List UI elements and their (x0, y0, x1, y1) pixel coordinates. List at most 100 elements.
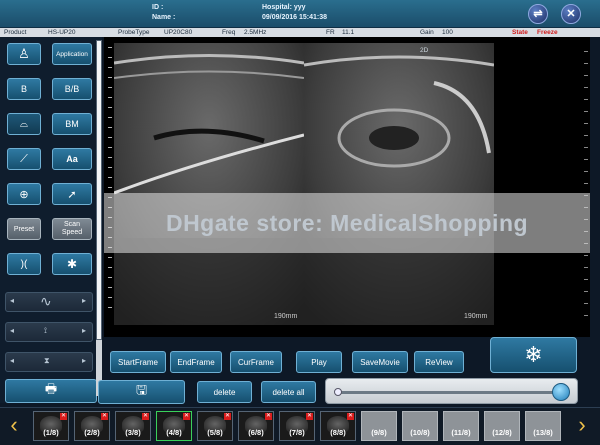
mode-tag: 2D (420, 47, 429, 54)
right-arrow-icon[interactable]: ▸ (82, 296, 86, 305)
ultrasound-app: ID : Name : Hospital: yyy 09/09/2016 15:… (0, 0, 600, 445)
thumbnail-label: (1/8) (43, 428, 59, 437)
thumbnail-item[interactable]: (9/8) (361, 411, 397, 441)
settings-button[interactable]: ✱ (52, 253, 92, 275)
flip-icon: )( (20, 258, 28, 270)
thumbnail-label: (6/8) (248, 428, 264, 437)
bb-mode-button[interactable]: B/B (52, 78, 92, 100)
prev-page-icon[interactable]: ‹ (8, 412, 20, 438)
thumbnail-label: (8/8) (330, 428, 346, 437)
probe-icon: ⌓ (20, 118, 28, 130)
start-frame-button[interactable]: StartFrame (110, 351, 166, 373)
patient-name-label: Name : (152, 14, 176, 21)
freeze-button[interactable]: ❄ (490, 337, 577, 373)
application-button[interactable]: Application (52, 43, 92, 65)
watermark: DHgate store: MedicalShopping (104, 193, 590, 253)
cine-slider-start-knob[interactable] (334, 388, 342, 396)
right-scale (584, 51, 588, 321)
thumbnail-delete-icon[interactable]: ✕ (306, 413, 313, 420)
scan-speed-button[interactable]: Scan Speed (52, 218, 92, 240)
thumbnail-item[interactable]: ✕ (7/8) (279, 411, 315, 441)
left-arrow-icon[interactable]: ◂ (10, 326, 14, 335)
preset-button[interactable]: Preset (7, 218, 41, 240)
thumbnail-item[interactable]: ✕ (6/8) (238, 411, 274, 441)
wave-adjust-row[interactable]: ◂ ∿ ▸ (5, 292, 93, 312)
thumbnail-delete-icon[interactable]: ✕ (265, 413, 272, 420)
usb-icon[interactable]: ⇌ (528, 4, 548, 24)
depth-right-value: 190mm (464, 313, 488, 320)
flip-button[interactable]: )( (7, 253, 41, 275)
left-scrollbar-thumb[interactable] (96, 40, 102, 340)
fr-label: FR (326, 29, 335, 36)
delete-button[interactable]: delete (197, 381, 252, 403)
ultrasound-image-right: 190mm (304, 43, 494, 325)
ultrasound-image-left: 190mm (114, 43, 304, 325)
thumbnail-delete-icon[interactable]: ✕ (183, 413, 190, 420)
arrow-icon: ➚ (67, 188, 77, 201)
play-button[interactable]: Play (296, 351, 342, 373)
thumbnail-item[interactable]: ✕ (2/8) (74, 411, 110, 441)
ultrasound-image-area[interactable]: 190mm 190mm 2D (104, 37, 590, 337)
depth-adjust-row[interactable]: ◂ ⧗ ▸ (5, 352, 93, 372)
bm-mode-button[interactable]: BM (52, 113, 92, 135)
left-control-panel: ♙ Application B B/B ⌓ BM ⟋ Aa ⊕ ➚ Preset… (0, 37, 102, 403)
thumbnail-delete-icon[interactable]: ✕ (101, 413, 108, 420)
probe-button[interactable]: ⌓ (7, 113, 41, 135)
gear-icon: ✱ (66, 257, 78, 271)
right-arrow-icon[interactable]: ▸ (82, 356, 86, 365)
patient-button[interactable]: ♙ (7, 43, 41, 65)
status-bar: Product HS-UP20 ProbeType UP20C80 Freq 2… (0, 28, 600, 37)
left-arrow-icon[interactable]: ◂ (10, 356, 14, 365)
arrow-button[interactable]: ➚ (52, 183, 92, 205)
cur-frame-button[interactable]: CurFrame (230, 351, 282, 373)
thumbnail-delete-icon[interactable]: ✕ (347, 413, 354, 420)
cine-slider[interactable] (325, 378, 578, 404)
thumbnail-item[interactable]: ✕ (3/8) (115, 411, 151, 441)
focus-icon: ⟟ (44, 326, 47, 335)
save-button[interactable]: 🖫 (98, 380, 185, 404)
next-page-icon[interactable]: › (576, 412, 588, 438)
thumbnail-item[interactable]: (13/8) (525, 411, 561, 441)
thumbnail-item[interactable]: ✕ (1/8) (33, 411, 69, 441)
depth-scale (108, 47, 112, 317)
depth-icon: ⧗ (44, 356, 50, 365)
thumbnail-delete-icon[interactable]: ✕ (60, 413, 67, 420)
thumbnail-label: (2/8) (84, 428, 100, 437)
delete-all-button[interactable]: delete all (261, 381, 316, 403)
probe-type-value: UP20C80 (164, 29, 193, 36)
cine-slider-handle[interactable] (552, 383, 570, 401)
thumbnail-item[interactable]: ✕ (8/8) (320, 411, 356, 441)
left-arrow-icon[interactable]: ◂ (10, 296, 14, 305)
right-arrow-icon[interactable]: ▸ (82, 326, 86, 335)
zoom-button[interactable]: ⊕ (7, 183, 41, 205)
focus-adjust-row[interactable]: ◂ ⟟ ▸ (5, 322, 93, 342)
thumbnail-label: (10/8) (410, 428, 430, 437)
thumbnail-item[interactable]: ✕ (4/8) (156, 411, 192, 441)
zoom-icon: ⊕ (19, 188, 29, 201)
thumbnail-delete-icon[interactable]: ✕ (142, 413, 149, 420)
thumbnail-label: (4/8) (166, 428, 182, 437)
thumbnail-item[interactable]: (10/8) (402, 411, 438, 441)
thumbnail-item[interactable]: (11/8) (443, 411, 479, 441)
left-scrollbar[interactable] (96, 40, 102, 396)
freq-value: 2.5MHz (244, 29, 267, 36)
b-mode-button[interactable]: B (7, 78, 41, 100)
thumbnail-item[interactable]: ✕ (5/8) (197, 411, 233, 441)
probe-type-label: ProbeType (118, 29, 150, 36)
gain-label: Gain (420, 29, 434, 36)
thumbnail-delete-icon[interactable]: ✕ (224, 413, 231, 420)
product-model: HS-UP20 (48, 29, 76, 36)
floppy-disk-icon: 🖫 (135, 382, 148, 397)
close-icon[interactable]: ✕ (561, 4, 581, 24)
annotation-button[interactable]: Aa (52, 148, 92, 170)
save-movie-button[interactable]: SaveMovie (352, 351, 408, 373)
print-button[interactable]: 🖶 (5, 379, 97, 403)
measure-button[interactable]: ⟋ (7, 148, 41, 170)
state-value: Freeze (537, 29, 558, 36)
measure-icon: ⟋ (20, 152, 28, 165)
review-button[interactable]: ReView (414, 351, 464, 373)
header-bar: ID : Name : Hospital: yyy 09/09/2016 15:… (0, 0, 600, 28)
thumbnail-item[interactable]: (12/8) (484, 411, 520, 441)
end-frame-button[interactable]: EndFrame (170, 351, 222, 373)
printer-icon: 🖶 (44, 381, 58, 396)
